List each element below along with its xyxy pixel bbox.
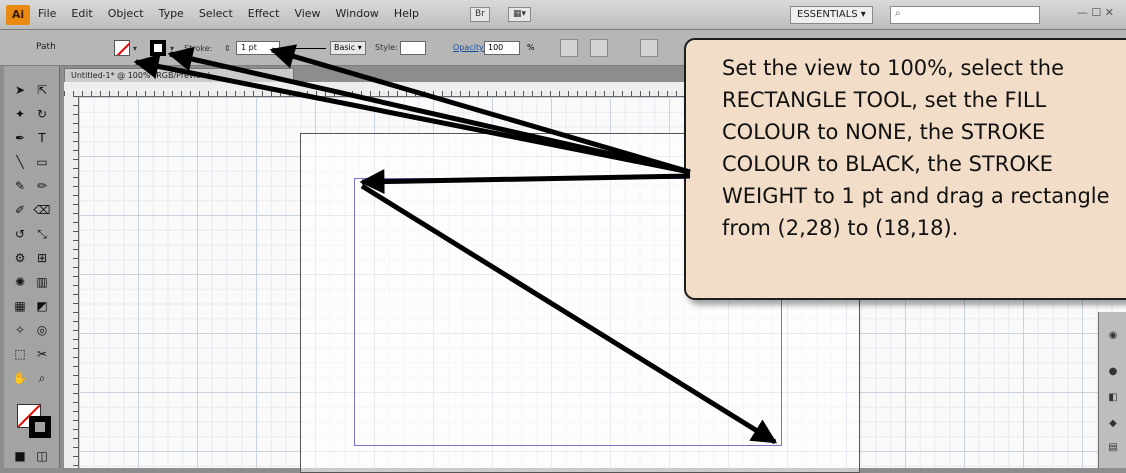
screen-mode-icon[interactable]: ◫ bbox=[32, 446, 52, 466]
opacity-unit: % bbox=[527, 43, 535, 52]
zoom-tool-icon[interactable]: ⌕ bbox=[32, 368, 52, 388]
gradient-tool-icon[interactable]: ◩ bbox=[32, 296, 52, 316]
workspace-switcher[interactable]: ESSENTIALS ▾ bbox=[790, 6, 873, 24]
selection-tool-icon[interactable]: ➤ bbox=[10, 80, 30, 100]
eyedropper-tool-icon[interactable]: ✧ bbox=[10, 320, 30, 340]
bridge-button[interactable]: Br bbox=[470, 7, 490, 22]
illustrator-logo-icon[interactable]: Ai bbox=[6, 5, 30, 25]
menu-file[interactable]: File bbox=[38, 7, 56, 20]
rectangle-tool-icon[interactable]: ▭ bbox=[32, 152, 52, 172]
column-graph-tool-icon[interactable]: ▥ bbox=[32, 272, 52, 292]
recolor-artwork-button[interactable] bbox=[560, 39, 578, 57]
menu-view[interactable]: View bbox=[294, 7, 320, 20]
stroke-panel-icon[interactable]: ▤ bbox=[1107, 442, 1119, 454]
menu-object[interactable]: Object bbox=[108, 7, 144, 20]
menu-help[interactable]: Help bbox=[394, 7, 419, 20]
color-panel-icon[interactable]: ◉ bbox=[1107, 330, 1119, 342]
transform-button[interactable] bbox=[640, 39, 658, 57]
style-swatch[interactable] bbox=[400, 41, 426, 55]
callout-line: COLOUR to BLACK, the STROKE bbox=[722, 152, 1053, 176]
callout-line: WEIGHT to 1 pt and drag a rectangle bbox=[722, 184, 1110, 208]
menu-window[interactable]: Window bbox=[336, 7, 379, 20]
opacity-field[interactable]: 100 bbox=[484, 41, 520, 55]
instruction-callout: Set the view to 100%, select the RECTANG… bbox=[684, 38, 1126, 300]
pen-tool-icon[interactable]: ✒ bbox=[10, 128, 30, 148]
swatches-panel-icon[interactable]: ● bbox=[1107, 366, 1119, 378]
search-input[interactable]: ⌕ bbox=[890, 6, 1040, 24]
blend-tool-icon[interactable]: ◎ bbox=[32, 320, 52, 340]
menu-items: File Edit Object Type Select Effect View… bbox=[38, 7, 419, 20]
mesh-tool-icon[interactable]: ▦ bbox=[10, 296, 30, 316]
callout-line: from (2,28) to (18,18). bbox=[722, 216, 959, 240]
callout-line: COLOUR to NONE, the STROKE bbox=[722, 120, 1046, 144]
search-icon: ⌕ bbox=[895, 8, 901, 19]
symbols-panel-icon[interactable]: ◆ bbox=[1107, 418, 1119, 430]
eraser-tool-icon[interactable]: ⌫ bbox=[32, 200, 52, 220]
line-tool-icon[interactable]: ╲ bbox=[10, 152, 30, 172]
callout-line: Set the view to 100%, select the bbox=[722, 56, 1065, 80]
selection-label: Path bbox=[36, 42, 56, 52]
panel-dock: ◉ ● ◧ ◆ ▤ bbox=[1098, 312, 1126, 468]
stroke-weight-stepper-icon[interactable]: ⇕ bbox=[224, 44, 231, 53]
brush-definition-dropdown[interactable]: Basic ▾ bbox=[330, 41, 366, 55]
align-button[interactable] bbox=[590, 39, 608, 57]
pencil-tool-icon[interactable]: ✏ bbox=[32, 176, 52, 196]
arrange-documents-button[interactable]: ▦▾ bbox=[508, 7, 532, 22]
scale-tool-icon[interactable]: ⤡ bbox=[32, 224, 52, 244]
lasso-tool-icon[interactable]: ↻ bbox=[32, 104, 52, 124]
artboard-tool-icon[interactable]: ⬚ bbox=[10, 344, 30, 364]
stroke-black-swatch-icon[interactable] bbox=[150, 40, 166, 56]
free-transform-tool-icon[interactable]: ⊞ bbox=[32, 248, 52, 268]
hand-tool-icon[interactable]: ✋ bbox=[10, 368, 30, 388]
menu-edit[interactable]: Edit bbox=[71, 7, 92, 20]
paintbrush-tool-icon[interactable]: ✎ bbox=[10, 176, 30, 196]
style-label: Style: bbox=[375, 43, 398, 52]
slice-tool-icon[interactable]: ✂ bbox=[32, 344, 52, 364]
stroke-weight-field[interactable]: 1 pt bbox=[236, 41, 280, 55]
menu-type[interactable]: Type bbox=[159, 7, 184, 20]
blob-brush-tool-icon[interactable]: ✐ bbox=[10, 200, 30, 220]
vertical-ruler[interactable] bbox=[64, 96, 79, 468]
stroke-label[interactable]: Stroke: bbox=[184, 44, 212, 53]
magic-wand-tool-icon[interactable]: ✦ bbox=[10, 104, 30, 124]
opacity-label[interactable]: Opacity: bbox=[453, 43, 486, 52]
type-tool-icon[interactable]: T bbox=[32, 128, 52, 148]
direct-selection-tool-icon[interactable]: ⇱ bbox=[32, 80, 52, 100]
stroke-color-icon[interactable] bbox=[29, 416, 51, 438]
callout-text: Set the view to 100%, select the RECTANG… bbox=[722, 52, 1126, 244]
brushes-panel-icon[interactable]: ◧ bbox=[1107, 392, 1119, 404]
document-tab[interactable]: Untitled-1* @ 100% (RGB/Preview) bbox=[64, 68, 294, 82]
stroke-dropdown-icon[interactable]: ▾ bbox=[170, 44, 174, 53]
callout-line: RECTANGLE TOOL, set the FILL bbox=[722, 88, 1047, 112]
menu-select[interactable]: Select bbox=[199, 7, 233, 20]
stroke-profile-preview[interactable] bbox=[290, 48, 326, 49]
menu-bar: Ai File Edit Object Type Select Effect V… bbox=[0, 0, 1126, 30]
window-controls[interactable]: — ☐ ✕ bbox=[1077, 6, 1114, 19]
tools-panel: ➤ ⇱ ✦ ↻ ✒ T ╲ ▭ ✎ ✏ ✐ ⌫ ↺ ⤡ ⚙ ⊞ ✺ ▥ ▦ ◩ … bbox=[4, 66, 60, 468]
fill-dropdown-icon[interactable]: ▾ bbox=[133, 44, 137, 53]
rotate-tool-icon[interactable]: ↺ bbox=[10, 224, 30, 244]
symbol-sprayer-tool-icon[interactable]: ✺ bbox=[10, 272, 30, 292]
menu-effect[interactable]: Effect bbox=[248, 7, 280, 20]
fill-none-swatch-icon[interactable] bbox=[114, 40, 130, 56]
color-mode-icon[interactable]: ■ bbox=[10, 446, 30, 466]
warp-tool-icon[interactable]: ⚙ bbox=[10, 248, 30, 268]
